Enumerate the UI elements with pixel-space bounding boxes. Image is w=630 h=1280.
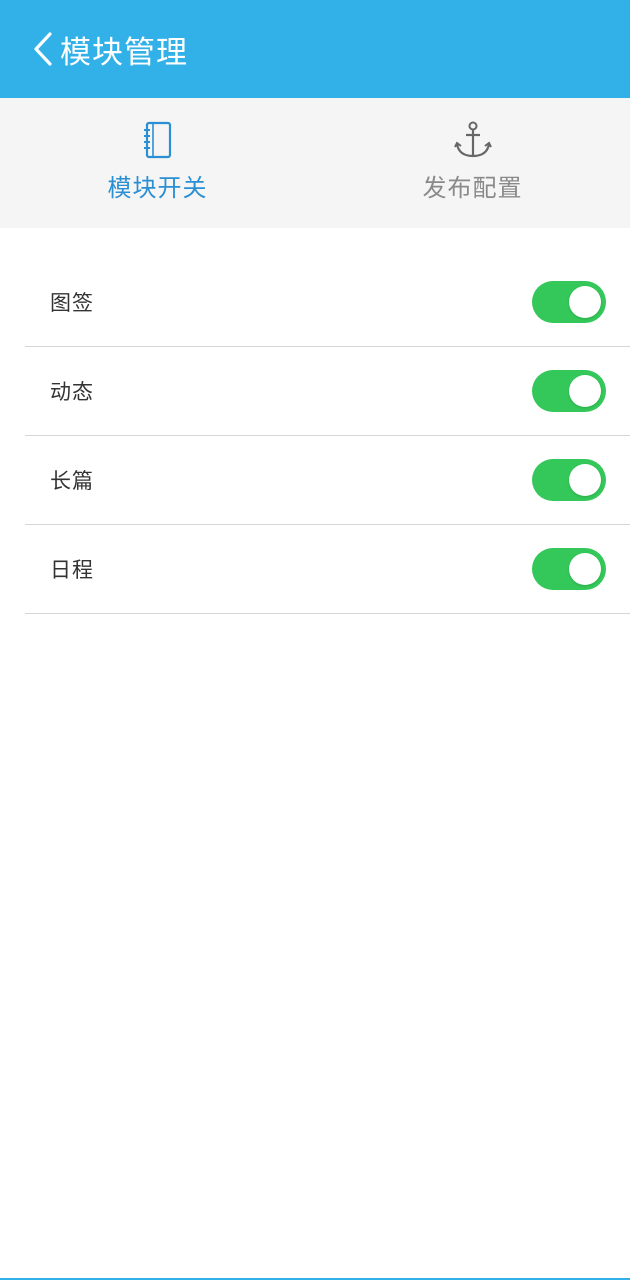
- tab-publish-config[interactable]: 发布配置: [315, 98, 630, 228]
- anchor-icon: [453, 120, 493, 160]
- tab-publish-config-label: 发布配置: [422, 174, 523, 202]
- tab-module-switch-label: 模块开关: [107, 174, 208, 202]
- toggle-knob: [569, 286, 601, 318]
- module-toggle[interactable]: [532, 459, 606, 501]
- module-label: 动态: [50, 380, 94, 404]
- module-management-screen: 模块管理 模块开关 发布配置 图签 动态 长篇 日程: [0, 0, 630, 1280]
- page-title: 模块管理: [60, 34, 188, 71]
- notebook-icon: [138, 120, 178, 160]
- module-label: 图签: [50, 291, 94, 315]
- module-toggle[interactable]: [532, 370, 606, 412]
- list-item: 图签: [25, 258, 630, 347]
- tab-module-switch[interactable]: 模块开关: [0, 98, 315, 228]
- toggle-knob: [569, 464, 601, 496]
- module-label: 日程: [50, 558, 94, 582]
- chevron-left-icon: [34, 32, 52, 66]
- toggle-knob: [569, 553, 601, 585]
- back-button[interactable]: [28, 29, 58, 69]
- module-toggle[interactable]: [532, 281, 606, 323]
- app-header: 模块管理: [0, 0, 630, 98]
- list-item: 日程: [25, 525, 630, 614]
- tab-bar: 模块开关 发布配置: [0, 98, 630, 228]
- toggle-knob: [569, 375, 601, 407]
- module-switch-list: 图签 动态 长篇 日程: [25, 258, 630, 614]
- module-toggle[interactable]: [532, 548, 606, 590]
- list-item: 动态: [25, 347, 630, 436]
- module-label: 长篇: [50, 469, 94, 493]
- list-item: 长篇: [25, 436, 630, 525]
